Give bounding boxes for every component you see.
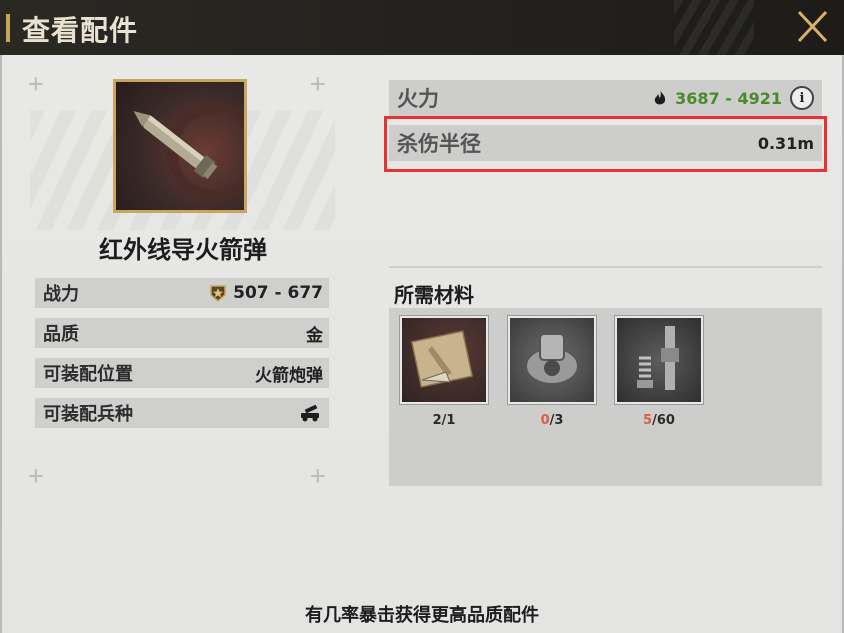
decor-plus: + [310, 461, 326, 491]
materials-title: 所需材料 [394, 283, 474, 307]
stat-row-power: 战力 507 - 677 [35, 278, 329, 308]
header-bar: 查看配件 [0, 0, 844, 55]
rank-badge-icon [210, 285, 226, 302]
attribute-row-firepower: 火力 3687 - 4921 i [389, 80, 822, 116]
rocket-vehicle-icon [301, 404, 319, 422]
decor-plus: + [28, 461, 44, 491]
spring-bolt-icon [637, 326, 679, 390]
firepower-label: 火力 [397, 87, 439, 111]
blueprint-icon [410, 330, 474, 388]
close-x-icon [797, 10, 828, 43]
material-count-gear: 0/3 [540, 413, 564, 428]
firepower-value: 3687 - 4921 [675, 88, 782, 108]
flame-icon [654, 90, 666, 105]
section-divider [389, 266, 822, 268]
power-value: 507 - 677 [233, 283, 323, 303]
info-icon[interactable]: i [790, 86, 814, 110]
close-button[interactable] [786, 4, 838, 50]
material-count-blueprint: 2/1 [432, 413, 456, 428]
highlight-frame [384, 116, 827, 172]
item-card [113, 79, 247, 213]
material-count-spring: 5/60 [643, 413, 675, 428]
material-slot-gear[interactable] [507, 315, 597, 405]
page-title: 查看配件 [22, 14, 139, 47]
gear-differential-icon [525, 333, 579, 385]
stat-label: 品质 [43, 324, 79, 345]
material-slot-spring[interactable] [614, 315, 704, 405]
header-decoration [674, 0, 754, 55]
stat-label: 战力 [43, 284, 79, 305]
decor-plus: + [310, 69, 326, 99]
stat-label: 可装配兵种 [43, 404, 133, 425]
item-name: 红外线导火箭弹 [99, 236, 267, 264]
decor-plus: + [28, 69, 44, 99]
material-slot-blueprint[interactable] [399, 315, 489, 405]
stat-row-unit-type: 可装配兵种 [35, 398, 329, 428]
stat-row-quality: 品质 金 [35, 318, 329, 348]
crit-chance-note: 有几率暴击获得更高品质配件 [305, 605, 539, 626]
slot-value: 火箭炮弹 [255, 365, 323, 386]
quality-value: 金 [306, 325, 323, 346]
rocket-shell-icon [133, 103, 244, 201]
stat-row-slot: 可装配位置 火箭炮弹 [35, 358, 329, 388]
title-accent [6, 14, 10, 42]
stat-label: 可装配位置 [43, 364, 133, 385]
